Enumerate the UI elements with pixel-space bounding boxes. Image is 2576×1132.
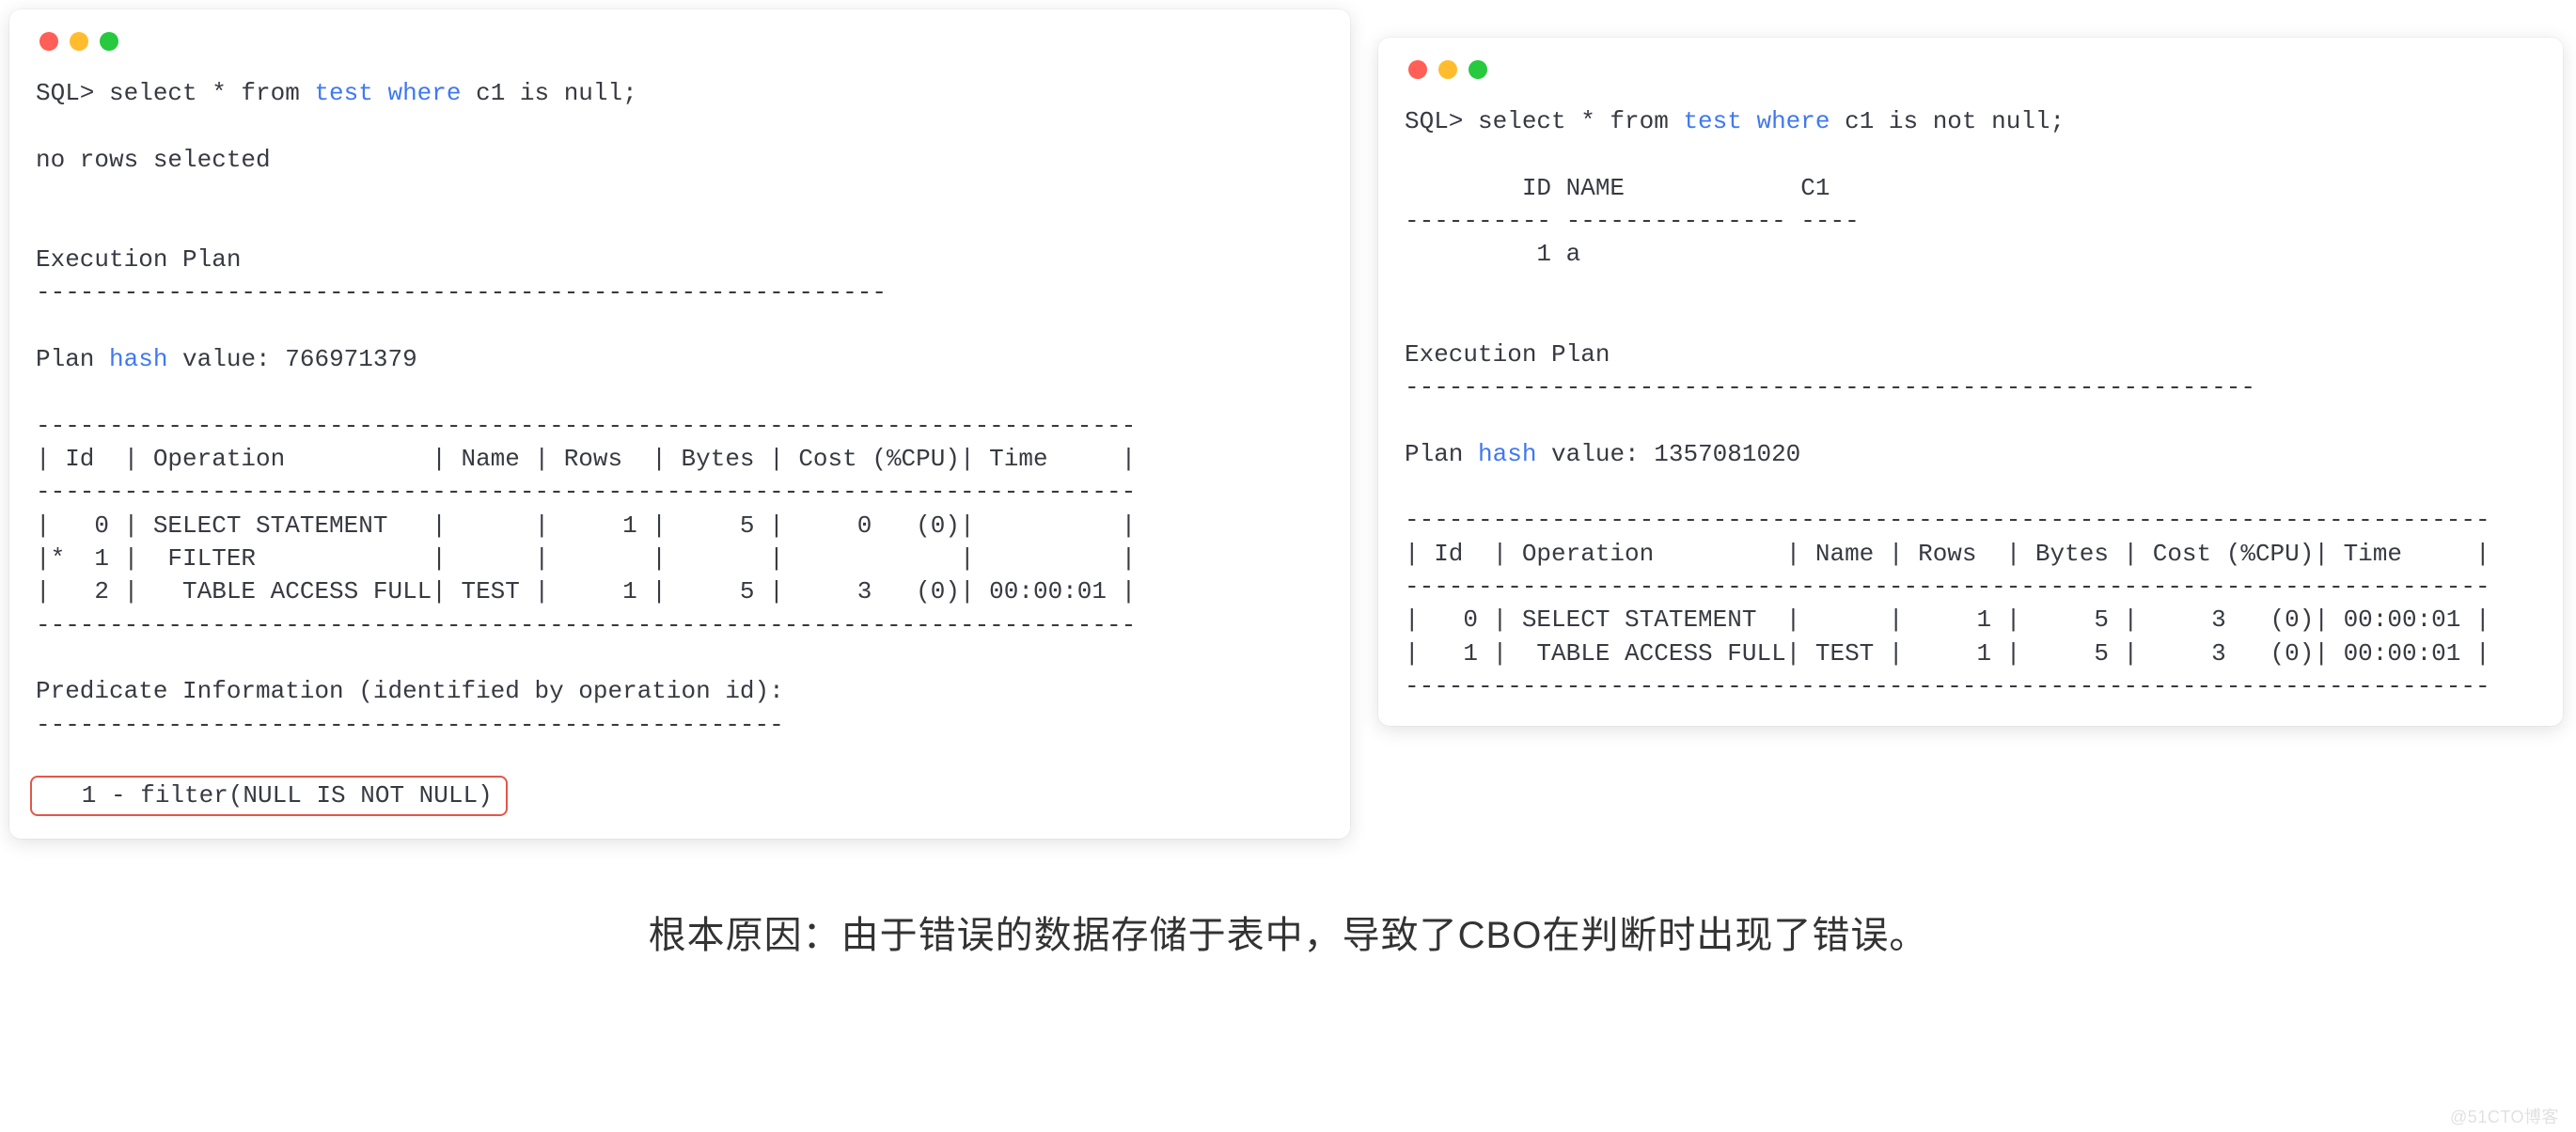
exec-plan-label: Execution Plan [1405,340,1610,369]
no-rows-line: no rows selected [36,146,271,174]
divider: ----------------------------------------… [1405,573,2490,601]
minimize-icon[interactable] [70,32,88,51]
caption-text: 根本原因：由于错误的数据存储于表中，导致了CBO在判断时出现了错误。 [9,904,2567,959]
divider: ----------------------------------------… [36,412,1136,440]
divider: ----------------------------------------… [1405,506,2490,534]
plan-hash-line: Plan hash value: 1357081020 [1405,440,1800,468]
watermark-text: @51CTO博客 [2450,1104,2559,1128]
result-separator: ---------- --------------- ---- [1405,207,1860,235]
panels-row: SQL> select * from test where c1 is null… [9,9,2567,839]
right-terminal-output: SQL> select * from test where c1 is not … [1405,105,2537,703]
divider: ----------------------------------------… [1405,672,2490,700]
plan-row: | 0 | SELECT STATEMENT | | 1 | 5 | 0 (0)… [36,511,1136,540]
plan-row: | 0 | SELECT STATEMENT | | 1 | 5 | 3 (0)… [1405,605,2490,634]
plan-row: | 1 | TABLE ACCESS FULL| TEST | 1 | 5 | … [1405,639,2490,668]
divider: ----------------------------------------… [36,278,887,307]
plan-row: |* 1 | FILTER | | | | | | [36,544,1136,573]
plan-hash-line: Plan hash value: 766971379 [36,345,417,373]
left-terminal-output: SQL> select * from test where c1 is null… [36,77,1324,816]
predicate-info-label: Predicate Information (identified by ope… [36,677,784,705]
window-controls [1405,60,2537,79]
filter-highlight: 1 - filter(NULL IS NOT NULL) [30,776,508,816]
zoom-icon[interactable] [100,32,118,51]
left-terminal-panel: SQL> select * from test where c1 is null… [9,9,1350,839]
result-columns: ID NAME C1 [1405,174,1830,202]
divider: ----------------------------------------… [36,711,784,739]
divider: ----------------------------------------… [36,611,1136,639]
sql-query-line: SQL> select * from test where c1 is null… [36,79,637,107]
plan-header: | Id | Operation | Name | Rows | Bytes |… [1405,540,2490,568]
right-terminal-panel: SQL> select * from test where c1 is not … [1378,38,2563,726]
window-controls [36,32,1324,51]
exec-plan-label: Execution Plan [36,245,241,274]
sql-query-line: SQL> select * from test where c1 is not … [1405,107,2065,135]
plan-row: | 2 | TABLE ACCESS FULL| TEST | 1 | 5 | … [36,577,1136,605]
zoom-icon[interactable] [1469,60,1487,79]
close-icon[interactable] [1408,60,1427,79]
plan-header: | Id | Operation | Name | Rows | Bytes |… [36,445,1136,473]
close-icon[interactable] [39,32,58,51]
minimize-icon[interactable] [1438,60,1457,79]
divider: ----------------------------------------… [36,478,1136,506]
result-row: 1 a [1405,240,1580,268]
divider: ----------------------------------------… [1405,373,2255,401]
